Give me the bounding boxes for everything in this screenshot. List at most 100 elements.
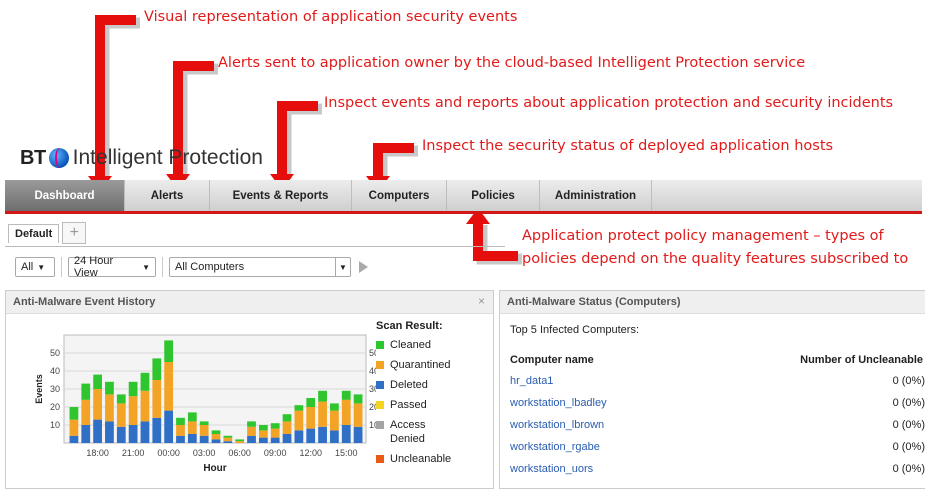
panel-header: Anti-Malware Event History × (6, 291, 493, 314)
bar-segment (294, 410, 304, 431)
bar-segment (247, 426, 256, 436)
y-tick-label-left: 10 (50, 420, 60, 430)
legend-item: Deleted (376, 378, 452, 392)
bar-segment (270, 437, 280, 443)
tab-events-reports[interactable]: Events & Reports (210, 180, 352, 211)
x-tick-label: 03:00 (193, 448, 216, 458)
bar-segment (128, 396, 138, 425)
y-axis-label: Events (34, 374, 44, 404)
uncleanable-count: 0 (0%) (892, 463, 925, 475)
x-tick-label: 12:00 (299, 448, 322, 458)
computer-link[interactable]: workstation_lbrown (510, 419, 604, 431)
bar-segment (235, 439, 245, 442)
bar-segment (318, 401, 327, 427)
add-tab-icon[interactable]: + (62, 222, 87, 244)
toolbar-divider (61, 257, 62, 277)
computer-link[interactable]: workstation_lbadley (510, 397, 607, 409)
uncleanable-count: 0 (0%) (892, 441, 925, 453)
table-row: hr_data1 0 (0%) (510, 375, 925, 389)
tab-alerts[interactable]: Alerts (125, 180, 210, 211)
table-row: workstation_uors 0 (0%) (510, 463, 925, 477)
x-tick-label: 15:00 (335, 448, 358, 458)
bar-segment (353, 403, 363, 427)
bar-segment (353, 426, 363, 443)
bar-segment (152, 358, 162, 380)
chevron-down-icon: ▼ (142, 262, 150, 272)
y-tick-label-left: 40 (50, 366, 60, 376)
dashboard-tabs: Default + (8, 222, 87, 244)
bar-segment (69, 407, 79, 420)
computer-link[interactable]: workstation_rgabe (510, 441, 600, 453)
bt-logo: BT Intelligent Protection (20, 143, 263, 173)
legend-item: Cleaned (376, 338, 452, 352)
severity-select[interactable]: All ▼ (15, 257, 55, 277)
tab-administration[interactable]: Administration (540, 180, 652, 211)
bar-segment (69, 419, 79, 436)
event-history-panel: Anti-Malware Event History × 10 10 20 20 30 3… (5, 290, 494, 489)
computers-value: All Computers (175, 261, 245, 273)
y-tick-label-right: 30 (369, 384, 376, 394)
bar-segment (330, 410, 339, 431)
bar-segment (282, 421, 292, 434)
bar-segment (306, 398, 316, 407)
bar-segment (223, 435, 233, 438)
close-icon[interactable]: × (478, 294, 485, 308)
bar-segment (294, 405, 304, 411)
tab-computers[interactable]: Computers (352, 180, 447, 211)
legend-item: Passed (376, 398, 452, 412)
annotation-policy-1: Application protect policy management – … (522, 228, 884, 244)
legend-label: Uncleanable (390, 453, 452, 465)
tab-default[interactable]: Default (8, 223, 60, 243)
bar-segment (330, 430, 339, 443)
legend-swatch (376, 421, 384, 429)
legend-label: Passed (390, 399, 427, 411)
bar-segment (223, 441, 233, 443)
legend-swatch (376, 361, 384, 369)
main-nav: Dashboard Alerts Events & Reports Comput… (5, 180, 922, 214)
bar-segment (93, 419, 102, 443)
annotation-alerts: Alerts sent to application owner by the … (218, 55, 806, 71)
computers-select[interactable]: All Computers ▼ (169, 257, 351, 277)
bar-segment (247, 421, 256, 427)
legend-label: Deleted (390, 379, 428, 391)
bar-segment (116, 394, 126, 404)
bar-segment (211, 430, 221, 434)
status-subtitle: Top 5 Infected Computers: (510, 324, 640, 336)
bar-segment (282, 434, 292, 443)
bar-segment (341, 390, 351, 400)
annotation-events: Inspect events and reports about applica… (324, 95, 894, 111)
panel-header: Anti-Malware Status (Computers) (500, 291, 925, 314)
bar-segment (341, 425, 351, 443)
x-tick-label: 18:00 (86, 448, 109, 458)
table-row: workstation_lbrown 0 (0%) (510, 419, 925, 433)
y-tick-label-right: 10 (369, 420, 376, 430)
bar-segment (176, 425, 185, 436)
bar-segment (116, 403, 126, 427)
legend-item: Access Denied (376, 418, 452, 446)
x-tick-label: 09:00 (264, 448, 287, 458)
bar-segment (306, 428, 316, 443)
panel-title: Anti-Malware Status (Computers) (507, 296, 681, 308)
legend-swatch (376, 401, 384, 409)
legend-swatch (376, 455, 384, 463)
tab-policies[interactable]: Policies (447, 180, 540, 211)
bar-segment (306, 407, 316, 429)
bar-segment (176, 435, 185, 443)
bar-segment (235, 441, 245, 443)
legend-label: Access Denied (390, 419, 426, 445)
y-tick-label-right: 50 (369, 348, 376, 358)
bar-segment (211, 439, 221, 443)
time-view-select[interactable]: 24 Hour View ▼ (68, 255, 156, 279)
bar-segment (270, 423, 280, 429)
apply-arrow-icon[interactable] (359, 261, 368, 273)
bar-segment (294, 430, 304, 443)
bar-segment (353, 394, 363, 404)
tab-dashboard[interactable]: Dashboard (5, 180, 125, 211)
computer-link[interactable]: hr_data1 (510, 375, 553, 387)
chevron-down-icon: ▼ (335, 258, 350, 276)
chevron-down-icon: ▼ (37, 262, 46, 272)
bar-segment (258, 430, 268, 438)
bar-segment (152, 380, 162, 418)
computer-link[interactable]: workstation_uors (510, 463, 593, 475)
annotation-visual: Visual representation of application sec… (144, 9, 518, 25)
